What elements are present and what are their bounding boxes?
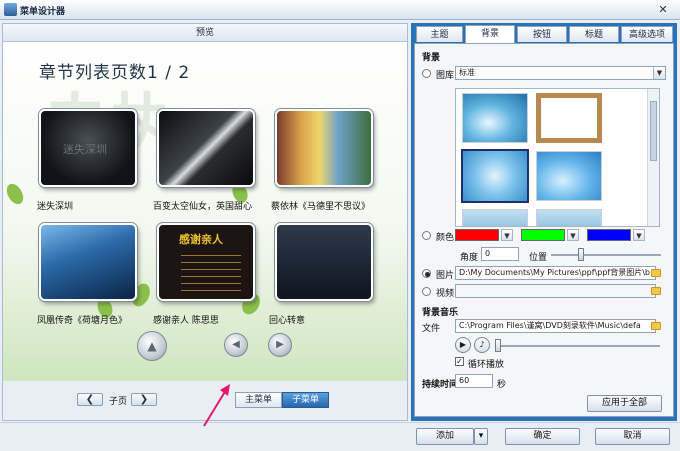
chapter-caption: 迷失深圳 xyxy=(37,202,74,212)
image-label: 图片 xyxy=(436,271,455,281)
tab-title[interactable]: 标题 xyxy=(569,26,619,42)
window-title: 菜单设计器 xyxy=(20,7,66,17)
music-progress-track[interactable] xyxy=(495,345,660,347)
angle-label: 角度 xyxy=(460,253,479,263)
color-swatch-1[interactable] xyxy=(455,229,499,241)
tab-background[interactable]: 背景 xyxy=(465,25,515,43)
gallery-scrollbar[interactable] xyxy=(647,89,659,226)
duration-value: 60 xyxy=(459,376,470,385)
subpage-label: 子页 xyxy=(109,397,128,407)
chevron-down-icon[interactable]: ▼ xyxy=(567,229,579,241)
chapter-thumbnail[interactable]: 感谢亲人 xyxy=(157,223,255,301)
color-swatch-2[interactable] xyxy=(521,229,565,241)
library-select-value: 标准 xyxy=(459,68,475,77)
color-swatch-3[interactable] xyxy=(587,229,631,241)
close-button[interactable]: ✕ xyxy=(655,3,671,17)
thumbnail-lyrics xyxy=(181,251,241,291)
chapter-thumbnail[interactable] xyxy=(157,109,255,187)
chevron-down-icon[interactable]: ▼ xyxy=(633,229,645,241)
gallery-scroll-thumb[interactable] xyxy=(650,101,657,161)
background-swatch[interactable] xyxy=(462,93,528,143)
nav-left-button[interactable]: ◀ xyxy=(224,333,248,357)
tab-theme[interactable]: 主题 xyxy=(416,26,463,42)
image-radio[interactable] xyxy=(422,269,431,278)
chevron-down-icon: ▼ xyxy=(653,67,665,79)
tab-buttons[interactable]: 按钮 xyxy=(517,26,567,42)
next-page-button[interactable]: ❯ xyxy=(131,393,157,406)
annotation-arrow xyxy=(203,384,230,427)
color-radio[interactable] xyxy=(422,231,431,240)
preview-canvas: 未执 章节列表页数1 / 2 迷失深圳 迷失深圳 百变太空仙女，英国甜心 蔡依林… xyxy=(3,43,407,381)
preview-panel: 预览 未执 章节列表页数1 / 2 迷失深圳 迷失深圳 百变太空仙女，英国甜心 … xyxy=(2,23,408,421)
thumbnail-overlay-text: 迷失深圳 xyxy=(63,143,107,156)
loop-label: 循环播放 xyxy=(468,360,505,370)
title-bar: 菜单设计器 ✕ xyxy=(0,0,680,20)
music-section-label: 背景音乐 xyxy=(422,308,459,318)
nav-up-button[interactable]: ▲ xyxy=(137,331,167,361)
play-button[interactable]: ▶ xyxy=(455,337,471,353)
video-label: 视频 xyxy=(436,289,455,299)
folder-icon[interactable] xyxy=(651,287,661,295)
thumbnail-overlay-title: 感谢亲人 xyxy=(179,233,223,246)
chevron-down-icon[interactable]: ▼ xyxy=(501,229,513,241)
page-heading: 章节列表页数1 / 2 xyxy=(39,63,191,83)
background-section-label: 背景 xyxy=(422,53,441,63)
background-swatch[interactable] xyxy=(536,93,602,143)
chapter-thumbnail[interactable] xyxy=(275,109,373,187)
angle-value: 0 xyxy=(485,249,491,258)
library-radio[interactable] xyxy=(422,69,431,78)
background-swatch[interactable] xyxy=(536,151,602,201)
ok-button[interactable]: 确定 xyxy=(505,428,580,445)
color-label: 颜色 xyxy=(436,233,455,243)
prev-page-button[interactable]: ❮ xyxy=(77,393,103,406)
settings-body: 背景 图库 标准 ▼ 颜色 ▼ ▼ ▼ 角度 0 位置 图片 D:\My Doc… xyxy=(414,43,674,417)
add-dropdown-button[interactable]: ▾ xyxy=(474,428,488,445)
loop-checkbox[interactable]: ✓ xyxy=(455,357,464,366)
folder-icon[interactable] xyxy=(651,269,661,277)
app-icon xyxy=(4,3,17,16)
chapter-caption: 百变太空仙女，英国甜心 xyxy=(153,202,253,212)
music-path-value: C:\Program Files\谨窝\DVD刻录软件\Music\defa xyxy=(459,321,641,330)
folder-icon[interactable] xyxy=(651,322,661,330)
preview-header: 预览 xyxy=(3,24,407,42)
seconds-label: 秒 xyxy=(497,380,507,390)
duration-label: 持续时间 xyxy=(422,380,459,390)
cancel-button[interactable]: 取消 xyxy=(595,428,670,445)
chapter-caption: 蔡依林《马德里不思议》 xyxy=(271,202,371,212)
background-swatch[interactable] xyxy=(536,209,602,226)
background-gallery[interactable] xyxy=(455,88,660,227)
sub-menu-tab[interactable]: 子菜单 xyxy=(282,392,329,408)
angle-spinner[interactable]: 0 xyxy=(481,247,519,261)
video-path-field[interactable] xyxy=(455,284,656,298)
main-menu-tab[interactable]: 主菜单 xyxy=(235,392,282,408)
image-path-field[interactable]: D:\My Documents\My Pictures\ppf\ppf背景图片\… xyxy=(455,266,656,280)
chapter-thumbnail[interactable] xyxy=(39,223,137,301)
position-slider-track[interactable] xyxy=(551,254,661,256)
music-progress-thumb[interactable] xyxy=(495,339,501,352)
library-select[interactable]: 标准 ▼ xyxy=(455,66,666,80)
volume-icon[interactable]: ♪ xyxy=(474,337,490,353)
image-path-value: D:\My Documents\My Pictures\ppf\ppf背景图片\… xyxy=(459,268,651,277)
video-radio[interactable] xyxy=(422,287,431,296)
chapter-caption: 回心转意 xyxy=(269,316,306,326)
leaf-decoration xyxy=(3,180,27,208)
tab-advanced[interactable]: 高级选项 xyxy=(621,26,673,42)
nav-right-button[interactable]: ▶ xyxy=(268,333,292,357)
background-swatch[interactable] xyxy=(462,209,528,226)
position-slider-thumb[interactable] xyxy=(578,248,584,261)
settings-panel: 主题 背景 按钮 标题 高级选项 背景 图库 标准 ▼ 颜色 ▼ ▼ ▼ 角度 … xyxy=(411,23,677,421)
apply-all-button[interactable]: 应用于全部 xyxy=(587,395,662,412)
position-label: 位置 xyxy=(529,253,548,263)
bottom-bar: 添加 ▾ 确定 取消 xyxy=(0,422,680,451)
chapter-caption: 感谢亲人 陈思思 xyxy=(153,316,219,326)
duration-spinner[interactable]: 60 xyxy=(455,374,493,388)
add-button[interactable]: 添加 xyxy=(416,428,474,445)
background-swatch-selected[interactable] xyxy=(461,149,529,203)
library-label: 图库 xyxy=(436,71,455,81)
chapter-thumbnail[interactable] xyxy=(275,223,373,301)
chapter-thumbnail[interactable]: 迷失深圳 xyxy=(39,109,137,187)
chapter-caption: 凤凰传奇《荷塘月色》 xyxy=(37,316,128,326)
file-label: 文件 xyxy=(422,324,441,334)
music-path-field[interactable]: C:\Program Files\谨窝\DVD刻录软件\Music\defa xyxy=(455,319,656,333)
